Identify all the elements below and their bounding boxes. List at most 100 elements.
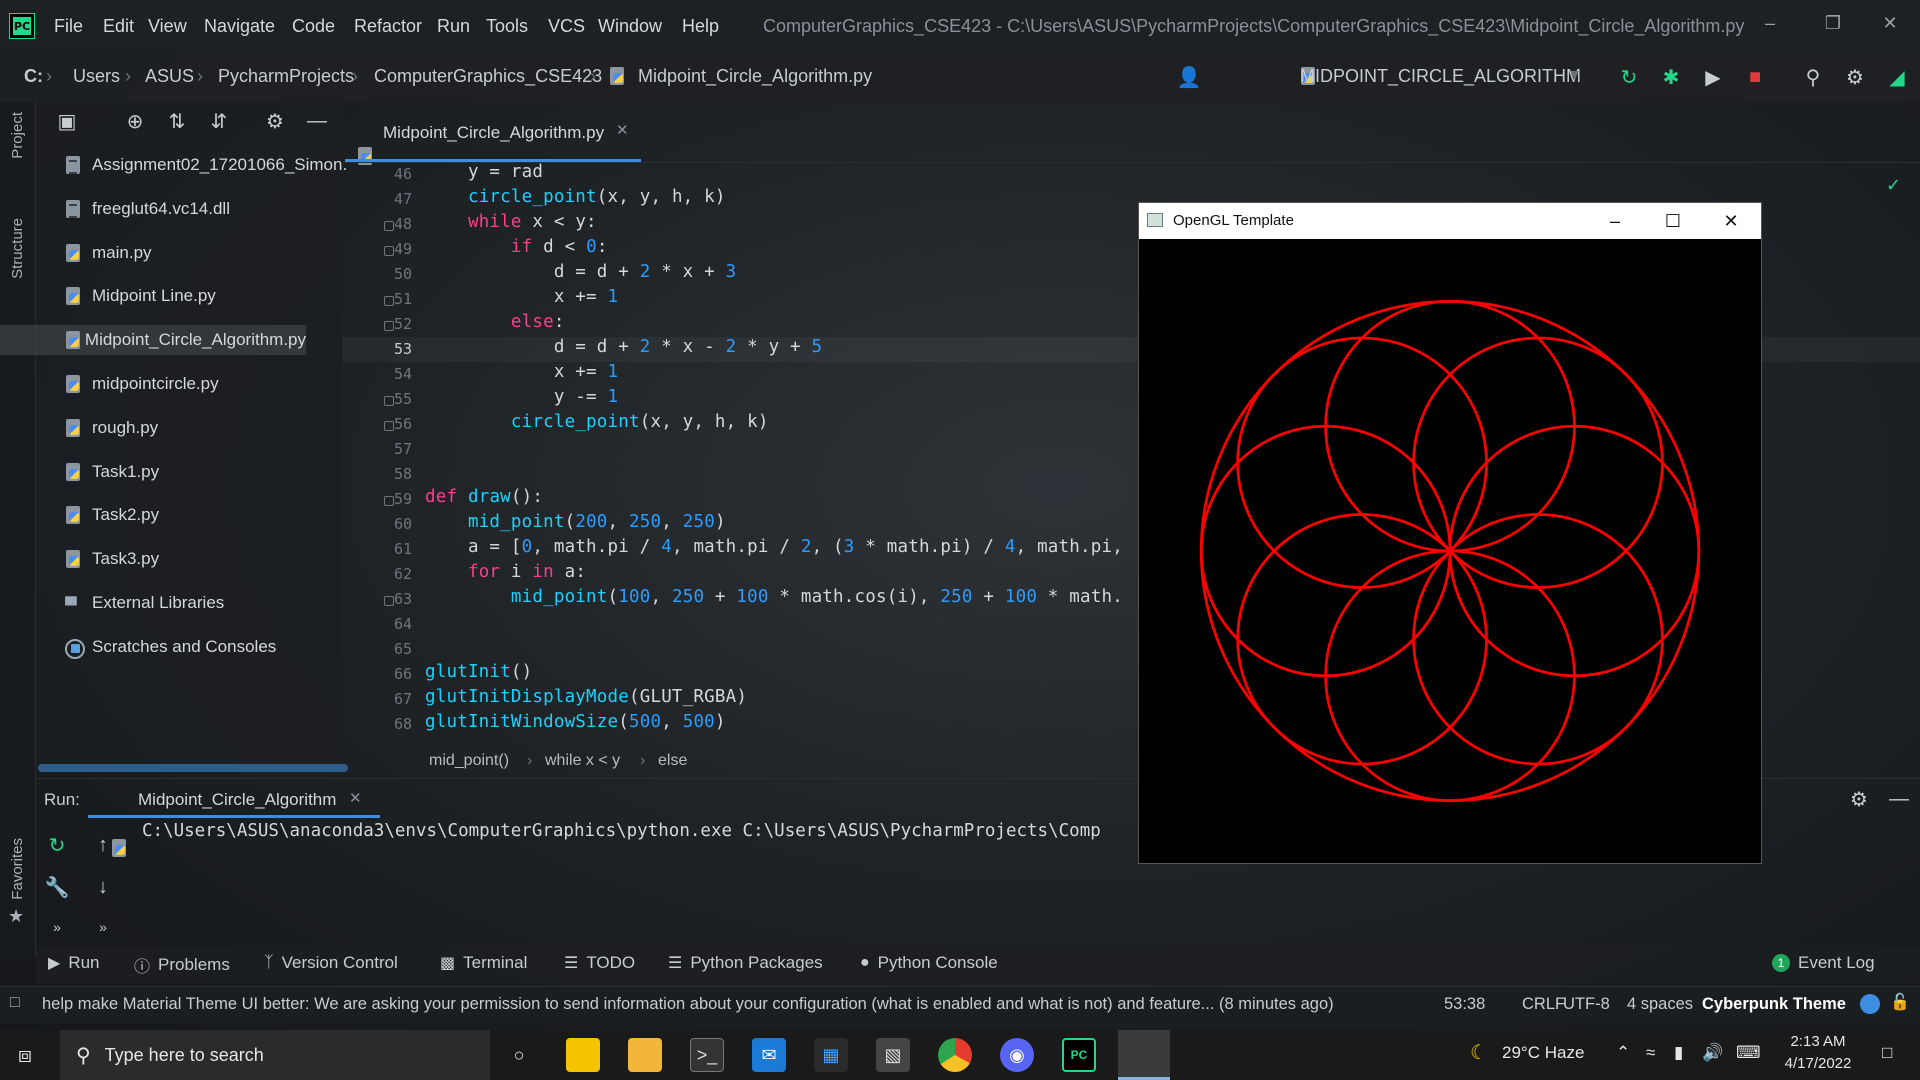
horizontal-scrollbar[interactable] <box>38 764 348 772</box>
code-line[interactable]: def draw(): <box>425 487 543 507</box>
sticky-notes-icon[interactable] <box>566 1038 600 1072</box>
fold-marker-icon[interactable] <box>384 321 394 331</box>
minimize-icon[interactable]: – <box>1602 208 1628 234</box>
code-line[interactable]: x += 1 <box>425 362 618 382</box>
project-tree-item[interactable]: freeglut64.vc14.dll <box>64 194 230 224</box>
task-view-icon[interactable]: ○ <box>502 1038 536 1072</box>
run-with-coverage-icon[interactable]: ▶ <box>1700 64 1726 90</box>
menu-view[interactable]: View <box>148 16 187 37</box>
project-tree-item[interactable]: Scratches and Consoles <box>64 632 276 662</box>
code-crumb-else[interactable]: else <box>658 752 687 770</box>
code-line[interactable]: mid_point(100, 250 + 100 * math.cos(i), … <box>425 587 1123 607</box>
code-line[interactable]: circle_point(x, y, h, k) <box>425 412 769 432</box>
store-icon[interactable]: ▦ <box>814 1038 848 1072</box>
code-line[interactable]: x += 1 <box>425 287 618 307</box>
stop-icon[interactable]: ■ <box>1742 64 1768 90</box>
maximize-icon[interactable]: ☐ <box>1660 208 1686 234</box>
structure-tool-button[interactable]: Structure <box>9 218 26 279</box>
project-tree-item[interactable]: Task3.py <box>64 544 159 574</box>
expand-all-icon[interactable]: ⇅ <box>164 108 190 134</box>
fold-marker-icon[interactable] <box>384 221 394 231</box>
menu-navigate[interactable]: Navigate <box>204 16 275 37</box>
breadcrumb-asus[interactable]: ASUS <box>145 66 194 87</box>
project-tool-button[interactable]: Project <box>9 112 26 159</box>
fold-marker-icon[interactable] <box>384 421 394 431</box>
menu-tools[interactable]: Tools <box>486 16 528 37</box>
indent-setting[interactable]: 4 spaces <box>1627 995 1693 1014</box>
menu-window[interactable]: Window <box>598 16 662 37</box>
lock-icon[interactable]: 🔓 <box>1890 992 1910 1012</box>
breadcrumb-drive[interactable]: C: <box>24 66 43 87</box>
code-line[interactable]: circle_point(x, y, h, k) <box>425 187 726 207</box>
tool-tab-version-control[interactable]: ᛉ Version Control <box>264 953 398 973</box>
chrome-icon[interactable] <box>938 1038 972 1072</box>
code-line[interactable]: d = d + 2 * x + 3 <box>425 262 736 282</box>
project-tree-item[interactable]: Task1.py <box>64 457 159 487</box>
rerun-icon[interactable]: ↻ <box>1616 64 1642 90</box>
close-icon[interactable]: ✕ <box>1718 208 1744 234</box>
wrench-icon[interactable]: 🔧 <box>44 874 70 900</box>
keyboard-icon[interactable]: ⌨ <box>1736 1043 1761 1063</box>
project-tree-item[interactable]: main.py <box>64 238 152 268</box>
tool-tab-run[interactable]: ▶ Run <box>48 953 100 973</box>
code-crumb-function[interactable]: mid_point() <box>429 752 509 770</box>
chevron-up-icon[interactable]: ⌃ <box>1616 1043 1630 1063</box>
tool-tab-todo[interactable]: ☰ TODO <box>564 953 635 973</box>
windows-start-icon[interactable]: ⧈ <box>18 1042 32 1068</box>
user-icon[interactable]: 👤 <box>1176 64 1202 90</box>
locate-icon[interactable]: ⊕ <box>122 108 148 134</box>
code-line[interactable]: a = [0, math.pi / 4, math.pi / 2, (3 * m… <box>425 537 1123 557</box>
jetbrains-toolbox-icon[interactable]: ◢ <box>1884 64 1910 90</box>
tool-tab-problems[interactable]: ⓘ Problems <box>134 953 230 977</box>
terminal-app-icon[interactable]: >_ <box>690 1038 724 1072</box>
rerun-icon[interactable]: ↻ <box>44 832 70 858</box>
file-encoding[interactable]: UTF-8 <box>1563 995 1610 1014</box>
code-line[interactable]: y = rad <box>425 162 543 182</box>
code-line[interactable]: if d < 0: <box>425 237 608 257</box>
project-tree-item[interactable]: Midpoint_Circle_Algorithm.py <box>0 325 306 356</box>
theme-indicator[interactable]: Cyberpunk Theme <box>1702 995 1846 1014</box>
code-crumb-while[interactable]: while x < y <box>545 752 620 770</box>
discord-icon[interactable]: ◉ <box>1000 1038 1034 1072</box>
breadcrumb-file[interactable]: Midpoint_Circle_Algorithm.py <box>638 66 872 87</box>
menu-vcs[interactable]: VCS <box>548 16 585 37</box>
code-line[interactable]: while x < y: <box>425 212 597 232</box>
code-line[interactable]: glutInit() <box>425 662 532 682</box>
close-tab-icon[interactable]: ✕ <box>616 121 629 139</box>
gear-icon[interactable]: ⚙ <box>1846 786 1872 812</box>
hide-icon[interactable]: — <box>304 108 330 134</box>
tool-tab-python-packages[interactable]: ☰ Python Packages <box>668 953 823 973</box>
run-tab[interactable]: Midpoint_Circle_Algorithm <box>138 790 336 810</box>
tool-tab-terminal[interactable]: ▩ Terminal <box>440 953 527 973</box>
mail-icon[interactable]: ✉ <box>752 1038 786 1072</box>
project-tree-item[interactable]: External Libraries <box>64 588 224 618</box>
menu-code[interactable]: Code <box>292 16 335 37</box>
project-tree-item[interactable]: Task2.py <box>64 500 159 530</box>
chevron-down-icon[interactable]: ▾ <box>1570 64 1579 85</box>
menu-file[interactable]: File <box>54 16 83 37</box>
fold-marker-icon[interactable] <box>384 396 394 406</box>
fold-marker-icon[interactable] <box>384 496 394 506</box>
opengl-taskbar-icon[interactable] <box>1118 1030 1170 1080</box>
app-icon[interactable]: ▧ <box>876 1038 910 1072</box>
menu-help[interactable]: Help <box>682 16 719 37</box>
battery-icon[interactable]: ▮ <box>1674 1043 1683 1063</box>
restore-icon[interactable]: ❐ <box>1818 8 1848 38</box>
run-console-output[interactable]: C:\Users\ASUS\anaconda3\envs\ComputerGra… <box>142 821 1101 841</box>
tool-tab-python-console[interactable]: ● Python Console <box>860 953 998 973</box>
menu-edit[interactable]: Edit <box>103 16 134 37</box>
breadcrumb-pycharmprojects[interactable]: PycharmProjects <box>218 66 354 87</box>
code-line[interactable]: mid_point(200, 250, 250) <box>425 512 726 532</box>
weather-text[interactable]: 29°C Haze <box>1502 1043 1584 1063</box>
pycharm-taskbar-icon[interactable]: PC <box>1062 1038 1096 1072</box>
more-icon[interactable]: » <box>90 914 116 940</box>
notifications-icon[interactable]: □ <box>1882 1043 1892 1063</box>
breadcrumb-project[interactable]: ComputerGraphics_CSE423 <box>374 66 602 87</box>
status-message[interactable]: help make Material Theme UI better: We a… <box>42 995 1388 1014</box>
code-line[interactable]: d = d + 2 * x - 2 * y + 5 <box>425 337 822 357</box>
arrow-down-icon[interactable]: ↓ <box>90 874 116 900</box>
menu-refactor[interactable]: Refactor <box>354 16 422 37</box>
code-line[interactable]: y -= 1 <box>425 387 618 407</box>
run-config-selector[interactable]: MIDPOINT_CIRCLE_ALGORITHM <box>1300 66 1581 87</box>
wifi-icon[interactable]: ≈ <box>1646 1043 1655 1063</box>
